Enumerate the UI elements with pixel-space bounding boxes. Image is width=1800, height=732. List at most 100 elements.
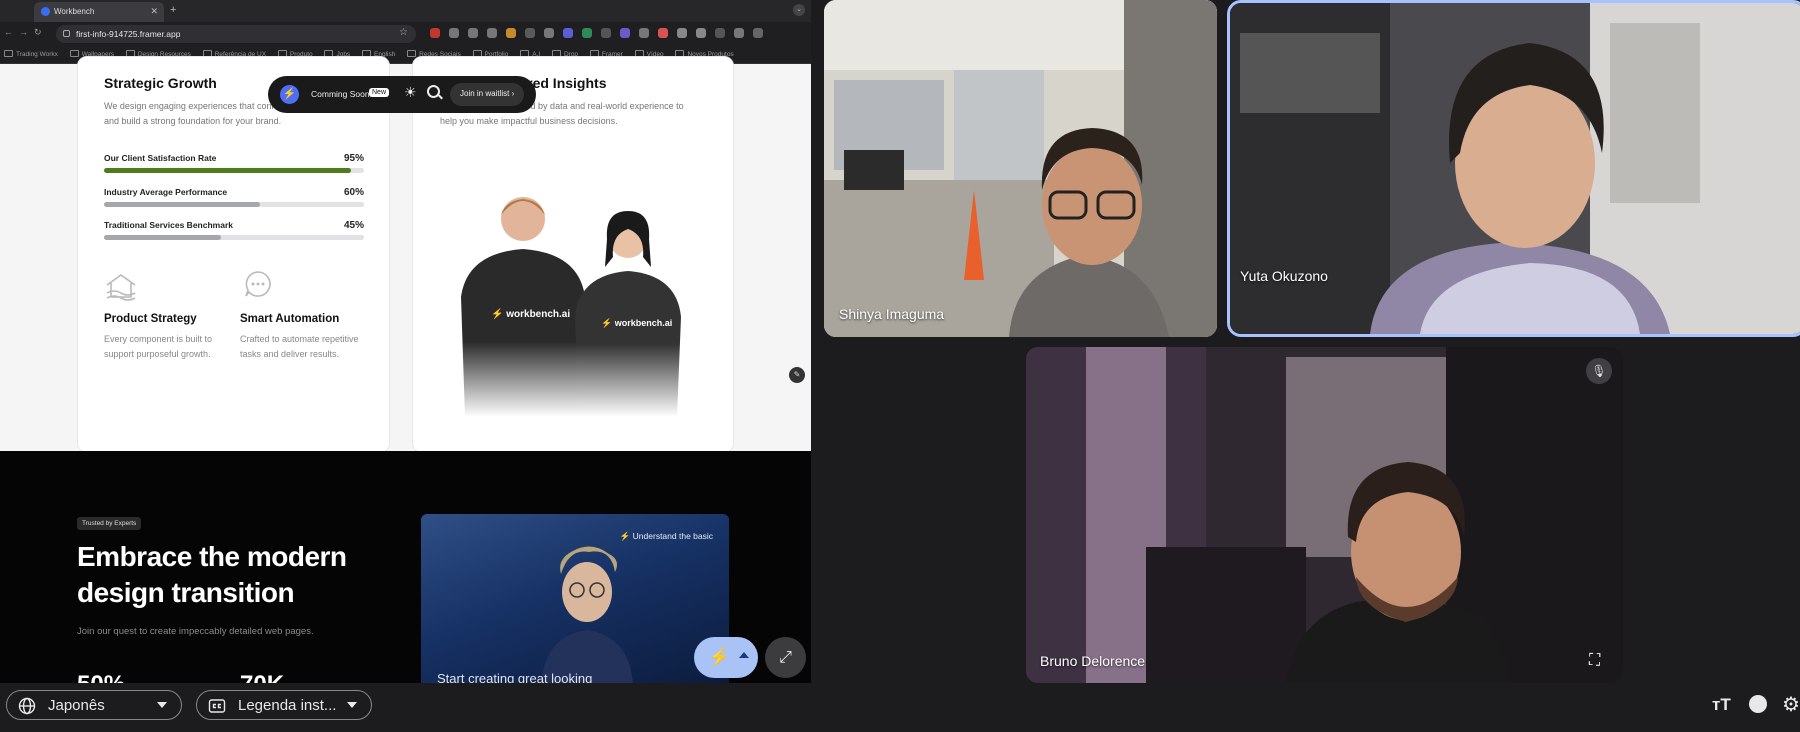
bolt-icon: ⚡ (280, 85, 299, 104)
meeting-window: Workbench ✕ + ⌄ ←→↻ first-info-914725.fr… (0, 0, 1800, 732)
bar-row: Industry Average Performance 60% (104, 187, 364, 207)
shirt-logo: ⚡ workbench.ai (601, 318, 673, 328)
extension-icons (430, 28, 800, 40)
bar-label: Our Client Satisfaction Rate (104, 153, 217, 163)
extension-icon[interactable] (620, 28, 630, 38)
shirt-brand: workbench.ai (506, 309, 571, 320)
card-title: Strategic Growth (104, 75, 217, 91)
bookmark-folder[interactable]: Trading Workx (4, 51, 58, 58)
crop-icon[interactable]: ⛶ (1589, 652, 1600, 670)
progress-fill (104, 168, 351, 173)
chevron-down-icon (347, 702, 357, 708)
gear-icon[interactable]: ⚙ (1782, 692, 1800, 717)
shirt-brand: workbench.ai (614, 318, 673, 328)
bar-row: Our Client Satisfaction Rate 95% (104, 153, 364, 173)
browser-tab[interactable]: Workbench ✕ (34, 2, 164, 22)
hero-subtitle: Join our quest to create impeccably deta… (77, 626, 314, 637)
bar-row: Traditional Services Benchmark 45% (104, 220, 364, 240)
progress-fill (104, 202, 260, 207)
extension-icon[interactable] (430, 28, 440, 38)
feature-title: Smart Automation (240, 313, 340, 325)
extension-icon[interactable] (506, 28, 516, 38)
extension-icon[interactable] (601, 28, 611, 38)
shirt-logo: ⚡ workbench.ai (491, 309, 571, 320)
team-illustration (461, 197, 681, 417)
download-icon[interactable] (734, 28, 744, 38)
bar-percent: 60% (343, 187, 364, 198)
stat-value: 70K (240, 671, 284, 683)
font-size-icon[interactable]: тT (1712, 695, 1731, 715)
strategy-icon (106, 274, 136, 301)
participant-name: Shinya Imaguma (839, 306, 945, 322)
expand-icon[interactable]: ⤢ (765, 637, 806, 678)
extension-icon[interactable] (563, 28, 573, 38)
feature-description: Every component is built to support purp… (104, 334, 213, 359)
progress-track (104, 168, 364, 173)
presenter-image (541, 546, 633, 683)
tab-search-icon[interactable]: ⌄ (793, 4, 805, 16)
extension-icon[interactable] (677, 28, 687, 38)
team-photo: ⚡ workbench.ai ⚡ workbench.ai (453, 187, 693, 427)
participant-video (1026, 347, 1623, 683)
favicon-icon (41, 7, 50, 16)
bar-percent: 95% (343, 153, 364, 164)
video-label: ⚡ Understand the basic (619, 531, 713, 541)
extension-icon[interactable] (639, 28, 649, 38)
close-tab-icon[interactable]: ✕ (150, 6, 158, 17)
edit-pencil-icon[interactable]: ✎ (789, 367, 805, 383)
search-icon[interactable] (427, 85, 440, 98)
participant-tile[interactable]: Bruno Delorence (1026, 347, 1623, 683)
site-info-icon[interactable] (63, 30, 70, 37)
participant-video (1230, 3, 1800, 334)
bookmark-star-icon[interactable]: ☆ (399, 27, 408, 38)
participant-video (824, 0, 1217, 337)
participant-name: Yuta Okuzono (1240, 268, 1328, 284)
caption-color-icon[interactable] (1749, 695, 1767, 713)
video-label-text: Understand the basic (632, 531, 713, 541)
nav-buttons-icon[interactable]: ←→↻ (4, 27, 48, 38)
waitlist-label: Join in waitlist (460, 89, 510, 98)
extension-icon[interactable] (582, 28, 592, 38)
extension-icon[interactable] (544, 28, 554, 38)
extension-icon[interactable] (696, 28, 706, 38)
extension-icon[interactable] (525, 28, 535, 38)
extension-icon[interactable] (487, 28, 497, 38)
mic-off-icon: 🎙 (1586, 358, 1612, 384)
video-player[interactable]: ⚡ Understand the basic Start creating gr… (421, 514, 729, 683)
language-label: Japonês (48, 697, 105, 714)
captions-label: Legenda inst... (238, 697, 337, 714)
chat-icon (245, 271, 271, 297)
shared-screen: Workbench ✕ + ⌄ ←→↻ first-info-914725.fr… (0, 0, 811, 683)
address-bar[interactable]: first-info-914725.framer.app ☆ (56, 25, 416, 43)
presenting-button[interactable]: ⚡ (694, 637, 758, 678)
extension-icon[interactable] (658, 28, 668, 38)
people-insights-card: People-Powered Insights Our approach is … (412, 56, 734, 453)
trusted-badge: Trusted by Experts (77, 517, 142, 530)
stat-value: 50% (77, 671, 125, 683)
participant-tile-speaking[interactable]: Yuta Okuzono (1227, 0, 1800, 337)
captions-select[interactable]: Legenda inst... (196, 690, 372, 720)
globe-icon (18, 697, 36, 715)
new-badge: New (369, 88, 390, 97)
browser-tab-strip: Workbench ✕ + ⌄ (0, 0, 811, 22)
coming-soon-label: Comming Soon (311, 89, 370, 99)
participant-tile[interactable]: Shinya Imaguma (824, 0, 1217, 337)
language-select[interactable]: Japonês (6, 690, 182, 720)
new-tab-icon[interactable]: + (170, 4, 176, 16)
video-caption: Start creating great looking (437, 671, 593, 683)
captions-icon (208, 699, 226, 713)
chevron-up-icon[interactable] (739, 652, 749, 658)
extension-icon[interactable] (715, 28, 725, 38)
theme-toggle-icon[interactable]: ☀ (404, 84, 417, 101)
strategic-growth-card: Strategic Growth We design engaging expe… (77, 56, 390, 453)
bar-percent: 45% (343, 220, 364, 231)
feature-description: Crafted to automate repetitive tasks and… (240, 334, 359, 359)
tab-title: Workbench (54, 7, 95, 16)
join-waitlist-button[interactable]: Join in waitlist › (450, 83, 525, 106)
extension-icon[interactable] (468, 28, 478, 38)
extension-icon[interactable] (449, 28, 459, 38)
participant-name: Bruno Delorence (1040, 653, 1146, 669)
profile-icon[interactable] (753, 28, 763, 38)
cast-screen-icon: ⚡ (708, 647, 731, 667)
hero-headline: Embrace the modern design transition (77, 541, 347, 608)
